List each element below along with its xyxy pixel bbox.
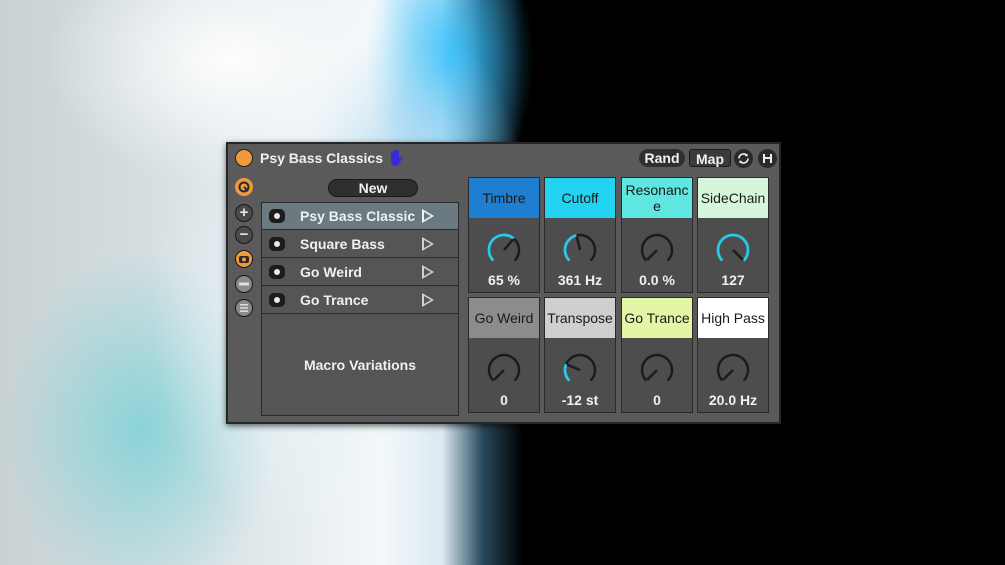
macro-label[interactable]: Cutoff: [545, 178, 615, 218]
rack-device: Psy Bass Classics Rand Map + − New Psy B…: [226, 142, 781, 424]
add-icon[interactable]: +: [235, 204, 253, 222]
knob-value-arc: [716, 233, 750, 262]
macro-knob-cell: SideChain 127: [697, 177, 769, 293]
macro-value: 65 %: [488, 272, 520, 288]
macro-knob[interactable]: [486, 232, 522, 268]
variation-name: Square Bass: [300, 236, 385, 252]
knob-value-arc: [563, 234, 577, 262]
macro-knob[interactable]: [562, 232, 598, 268]
macro-knob-cell: Go Weird 0: [468, 297, 540, 413]
new-variation-button[interactable]: New: [328, 179, 418, 197]
knob-needle: [566, 363, 581, 372]
knob-track: [487, 353, 521, 382]
macro-value: 0: [500, 392, 508, 408]
camera-icon[interactable]: [269, 209, 285, 223]
knob-track: [563, 353, 597, 382]
save-icon[interactable]: [758, 149, 777, 168]
macro-value: 20.0 Hz: [708, 392, 758, 408]
knob-needle: [493, 369, 505, 381]
macro-label[interactable]: Resonance: [622, 178, 692, 218]
variations-logo-icon: [235, 178, 253, 196]
list-item[interactable]: Psy Bass Classic: [262, 203, 458, 230]
macro-knob-cell: Transpose -12 st: [544, 297, 616, 413]
macro-value: 0.0 %: [639, 272, 675, 288]
variation-name: Go Trance: [300, 292, 369, 308]
list-item[interactable]: Go Weird: [262, 259, 458, 286]
list-item[interactable]: Square Bass: [262, 231, 458, 258]
macro-knob[interactable]: [486, 352, 522, 388]
play-icon[interactable]: [422, 237, 434, 251]
bar-icon[interactable]: [235, 275, 253, 293]
macro-value: 0: [653, 392, 661, 408]
macro-value: 127: [721, 272, 745, 288]
device-title: Psy Bass Classics: [260, 150, 383, 166]
knob-track: [716, 353, 750, 382]
macro-value: 361 Hz: [557, 272, 603, 288]
knob-track: [640, 233, 674, 262]
list-icon[interactable]: [235, 299, 253, 317]
macro-knob[interactable]: [562, 352, 598, 388]
macro-knob[interactable]: [715, 352, 751, 388]
macro-knob[interactable]: [639, 352, 675, 388]
knob-needle: [575, 236, 582, 251]
camera-icon[interactable]: [269, 293, 285, 307]
macro-label[interactable]: Transpose: [545, 298, 615, 338]
play-icon[interactable]: [422, 265, 434, 279]
macro-knob[interactable]: [639, 232, 675, 268]
device-title-bar: Psy Bass Classics Rand Map: [228, 144, 779, 172]
macro-knob-cell: Timbre 65 %: [468, 177, 540, 293]
macro-label[interactable]: Timbre: [469, 178, 539, 218]
camera-icon[interactable]: [269, 237, 285, 251]
macro-label[interactable]: SideChain: [698, 178, 768, 218]
knob-track: [640, 353, 674, 382]
macro-knob-cell: Resonance 0.0 %: [621, 177, 693, 293]
camera-icon[interactable]: [269, 265, 285, 279]
remove-icon[interactable]: −: [235, 226, 253, 244]
play-icon[interactable]: [422, 209, 434, 223]
variation-name: Psy Bass Classic: [300, 208, 416, 224]
knob-needle: [646, 249, 658, 261]
sync-icon[interactable]: [734, 149, 753, 168]
device-activator-button[interactable]: [235, 149, 253, 167]
list-item[interactable]: Go Trance: [262, 287, 458, 314]
macro-knob-cell: High Pass 20.0 Hz: [697, 297, 769, 413]
map-button[interactable]: Map: [689, 149, 731, 167]
macro-knob[interactable]: [715, 232, 751, 268]
macro-variations-label: Macro Variations: [303, 357, 417, 373]
macro-label[interactable]: High Pass: [698, 298, 768, 338]
play-icon[interactable]: [422, 293, 434, 307]
hand-icon[interactable]: [388, 149, 404, 167]
camera-icon[interactable]: [235, 250, 253, 268]
knob-needle: [646, 369, 658, 381]
macro-knob-cell: Cutoff 361 Hz: [544, 177, 616, 293]
rand-button[interactable]: Rand: [639, 149, 685, 167]
knob-needle: [503, 238, 515, 251]
knob-needle: [732, 249, 744, 261]
variation-list: Psy Bass Classic Square Bass Go Weird Go…: [261, 202, 459, 416]
macro-value: -12 st: [561, 392, 599, 408]
knob-needle: [722, 369, 734, 381]
macro-knob-cell: Go Trance 0: [621, 297, 693, 413]
macro-label[interactable]: Go Weird: [469, 298, 539, 338]
knob-value-arc: [487, 233, 515, 262]
macro-label[interactable]: Go Trance: [622, 298, 692, 338]
knob-value-arc: [563, 363, 571, 382]
variation-name: Go Weird: [300, 264, 362, 280]
